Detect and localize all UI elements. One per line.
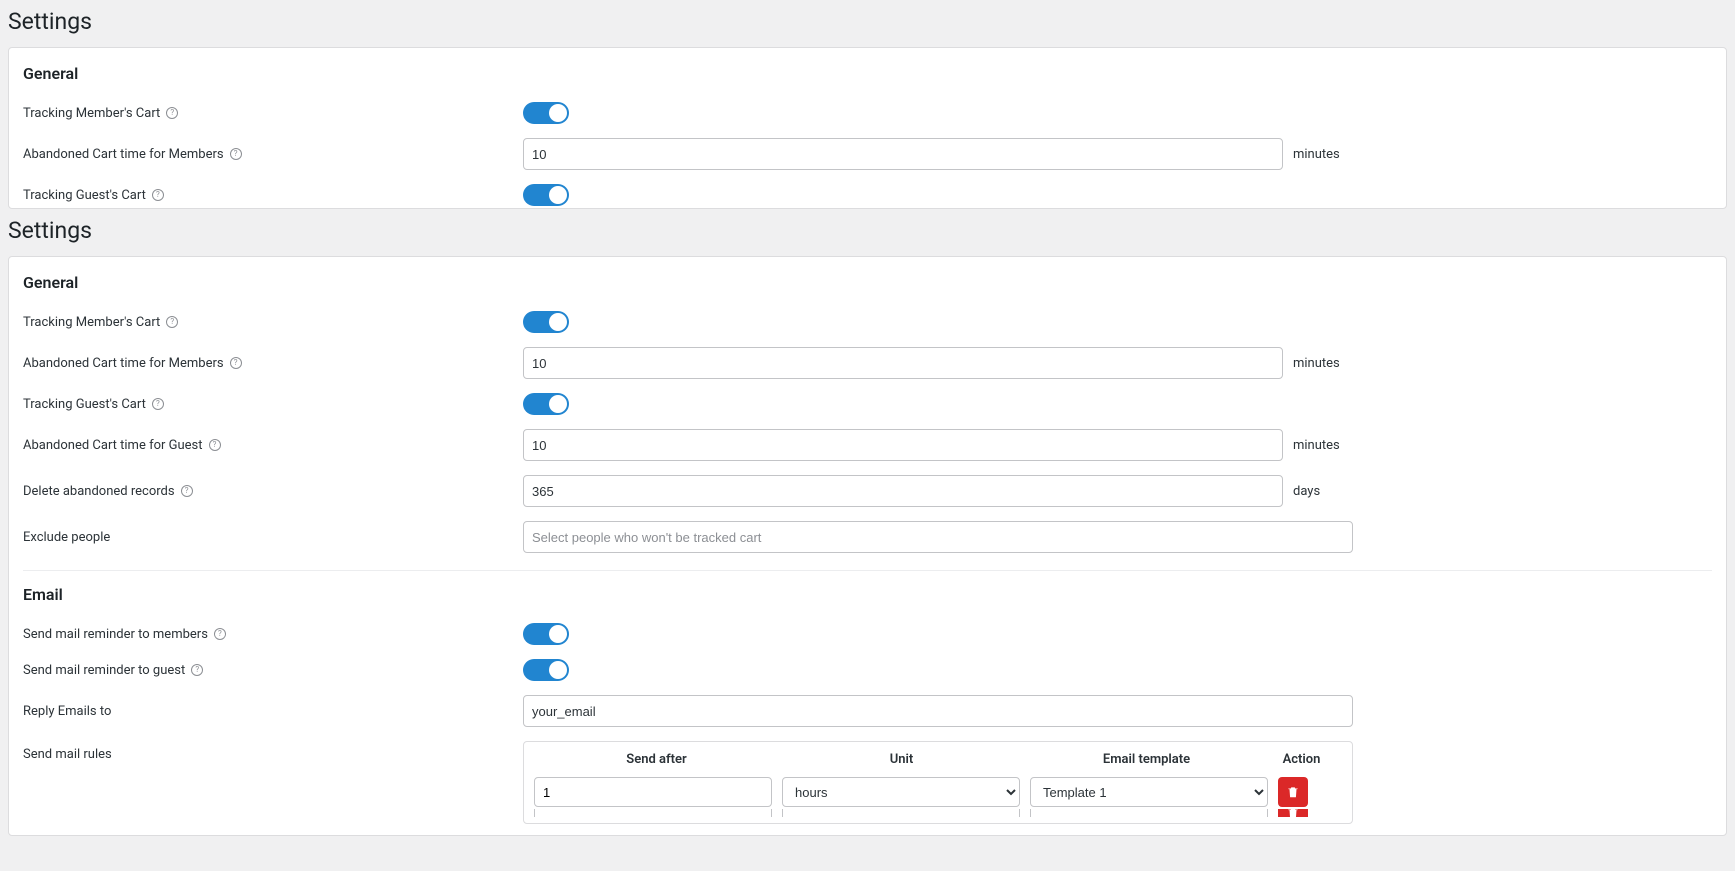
label-text: Abandoned Cart time for Members <box>23 356 224 371</box>
page-title: Settings <box>0 209 1735 252</box>
rules-row: hours Template 1 <box>534 775 1342 809</box>
unit-days: days <box>1293 484 1320 499</box>
general-section-title: General <box>23 64 1712 83</box>
rule-unit-select[interactable]: hours <box>782 777 1020 807</box>
row-send-guest: Send mail reminder to guest ? <box>23 652 1712 688</box>
label-text: Exclude people <box>23 530 110 545</box>
label-text: Abandoned Cart time for Members <box>23 147 224 162</box>
label-abandoned-members: Abandoned Cart time for Members ? <box>23 356 523 371</box>
label-tracking-members-top: Tracking Member's Cart ? <box>23 106 523 121</box>
input-abandoned-guest[interactable] <box>523 429 1283 461</box>
input-abandoned-members[interactable] <box>523 347 1283 379</box>
row-abandoned-guest: Abandoned Cart time for Guest ? minutes <box>23 422 1712 468</box>
row-delete-records: Delete abandoned records ? days <box>23 468 1712 514</box>
row-tracking-guest: Tracking Guest's Cart ? <box>23 386 1712 422</box>
rules-table: Send after Unit Email template Action ho… <box>523 741 1353 824</box>
toggle-tracking-guest[interactable] <box>523 393 569 415</box>
toggle-send-members[interactable] <box>523 623 569 645</box>
help-icon[interactable]: ? <box>166 316 178 328</box>
label-send-members: Send mail reminder to members ? <box>23 627 523 642</box>
label-text: Send mail rules <box>23 747 112 762</box>
settings-top-block: Settings General Tracking Member's Cart … <box>0 0 1735 209</box>
trash-icon <box>1286 785 1300 799</box>
header-send-after: Send after <box>534 752 779 767</box>
label-text: Tracking Guest's Cart <box>23 188 146 203</box>
row-abandoned-members: Abandoned Cart time for Members ? minute… <box>23 340 1712 386</box>
unit-minutes: minutes <box>1293 356 1340 371</box>
row-tracking-members: Tracking Member's Cart ? <box>23 304 1712 340</box>
label-text: Send mail reminder to members <box>23 627 208 642</box>
rule-unit-select[interactable] <box>782 809 1020 817</box>
header-template: Email template <box>1024 752 1269 767</box>
label-abandoned-members-top: Abandoned Cart time for Members ? <box>23 147 523 162</box>
label-text: Send mail reminder to guest <box>23 663 185 678</box>
rule-delete-button[interactable] <box>1278 809 1308 817</box>
input-abandoned-members-top[interactable] <box>523 138 1283 170</box>
label-text: Abandoned Cart time for Guest <box>23 438 203 453</box>
label-abandoned-guest: Abandoned Cart time for Guest ? <box>23 438 523 453</box>
label-text: Tracking Member's Cart <box>23 315 160 330</box>
unit-minutes: minutes <box>1293 438 1340 453</box>
rules-row <box>534 809 1342 817</box>
help-icon[interactable]: ? <box>191 664 203 676</box>
page-title: Settings <box>0 0 1735 43</box>
label-reply-to: Reply Emails to <box>23 704 523 719</box>
row-send-rules: Send mail rules Send after Unit Email te… <box>23 734 1712 831</box>
label-delete-records: Delete abandoned records ? <box>23 484 523 499</box>
toggle-tracking-members-top[interactable] <box>523 102 569 124</box>
header-unit: Unit <box>779 752 1024 767</box>
row-tracking-guest-top: Tracking Guest's Cart ? <box>23 177 1712 208</box>
toggle-send-guest[interactable] <box>523 659 569 681</box>
label-text: Reply Emails to <box>23 704 111 719</box>
label-text: Tracking Member's Cart <box>23 106 160 121</box>
help-icon[interactable]: ? <box>152 189 164 201</box>
rules-header-row: Send after Unit Email template Action <box>534 752 1342 775</box>
unit-minutes: minutes <box>1293 147 1340 162</box>
settings-panel-top: General Tracking Member's Cart ? Abandon… <box>8 47 1727 209</box>
trash-icon <box>1286 809 1300 817</box>
general-section-title: General <box>23 273 1712 292</box>
row-abandoned-members-top: Abandoned Cart time for Members ? minute… <box>23 131 1712 177</box>
input-delete-records[interactable] <box>523 475 1283 507</box>
help-icon[interactable]: ? <box>166 107 178 119</box>
label-text: Tracking Guest's Cart <box>23 397 146 412</box>
row-exclude-people: Exclude people <box>23 514 1712 560</box>
toggle-tracking-guest-top[interactable] <box>523 184 569 206</box>
help-icon[interactable]: ? <box>181 485 193 497</box>
rule-template-select[interactable] <box>1030 809 1268 817</box>
help-icon[interactable]: ? <box>230 148 242 160</box>
help-icon[interactable]: ? <box>230 357 242 369</box>
rule-send-after-input[interactable] <box>534 777 772 807</box>
label-tracking-guest: Tracking Guest's Cart ? <box>23 397 523 412</box>
input-exclude-people[interactable] <box>523 521 1353 553</box>
label-exclude-people: Exclude people <box>23 530 523 545</box>
help-icon[interactable]: ? <box>152 398 164 410</box>
section-divider <box>23 570 1712 571</box>
label-send-rules: Send mail rules <box>23 741 523 762</box>
rule-delete-button[interactable] <box>1278 777 1308 807</box>
rule-send-after-input[interactable] <box>534 809 772 817</box>
label-tracking-guest-top: Tracking Guest's Cart ? <box>23 188 523 203</box>
row-tracking-members-top: Tracking Member's Cart ? <box>23 95 1712 131</box>
label-tracking-members: Tracking Member's Cart ? <box>23 315 523 330</box>
settings-panel-main: General Tracking Member's Cart ? Abandon… <box>8 256 1727 836</box>
label-text: Delete abandoned records <box>23 484 175 499</box>
help-icon[interactable]: ? <box>214 628 226 640</box>
toggle-tracking-members[interactable] <box>523 311 569 333</box>
row-send-members: Send mail reminder to members ? <box>23 616 1712 652</box>
input-reply-to[interactable] <box>523 695 1353 727</box>
row-reply-to: Reply Emails to <box>23 688 1712 734</box>
rule-template-select[interactable]: Template 1 <box>1030 777 1268 807</box>
label-send-guest: Send mail reminder to guest ? <box>23 663 523 678</box>
header-action: Action <box>1269 752 1334 767</box>
email-section-title: Email <box>23 585 1712 604</box>
help-icon[interactable]: ? <box>209 439 221 451</box>
